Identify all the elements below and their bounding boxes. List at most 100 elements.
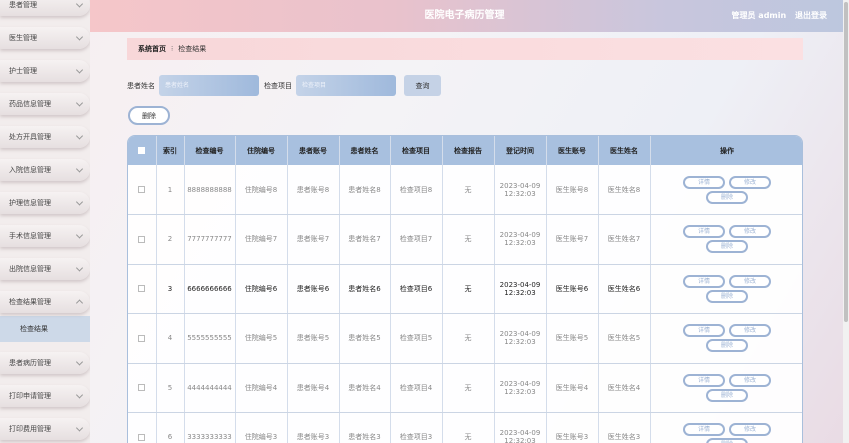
sidebar-item[interactable]: 手术信息管理 xyxy=(0,225,90,247)
exam-item-label: 检查项目 xyxy=(264,81,292,90)
cell-report: 无 xyxy=(442,412,495,443)
column-header: 患者姓名 xyxy=(339,136,391,165)
edit-button[interactable]: 修改 xyxy=(729,175,771,189)
row-delete-button[interactable]: 删除 xyxy=(706,190,748,204)
sidebar-item-label: 检查结果管理 xyxy=(9,298,51,306)
row-checkbox[interactable] xyxy=(138,186,146,193)
select-all-checkbox[interactable] xyxy=(138,147,146,154)
query-button[interactable]: 查询 xyxy=(404,75,441,96)
user-area: 管理员 admin 退出登录 xyxy=(726,0,827,32)
edit-button[interactable]: 修改 xyxy=(729,324,771,338)
edit-button[interactable]: 修改 xyxy=(729,225,771,239)
edit-button[interactable]: 修改 xyxy=(729,373,771,387)
sidebar-item[interactable]: 打印费用管理 xyxy=(0,418,90,440)
cell-exam-no: 5555555555 xyxy=(184,313,236,364)
sidebar-item[interactable]: 患者管理 xyxy=(0,0,90,16)
results-table: 索引 检查编号 住院编号 患者账号 患者姓名 检查项目 检查报告 登记时间 医生… xyxy=(128,136,802,443)
table-row[interactable]: 3 6666666666 住院编号6 患者账号6 患者姓名6 检查项目6 无 2023-04-… xyxy=(128,264,802,314)
row-checkbox[interactable] xyxy=(138,235,146,243)
cell-patient-name: 患者姓名6 xyxy=(339,264,391,314)
cell-actions: 详情修改删除 xyxy=(650,214,802,265)
detail-button[interactable]: 详情 xyxy=(683,175,725,189)
edit-button[interactable]: 修改 xyxy=(729,274,771,288)
cell-patient-name: 患者姓名5 xyxy=(339,313,391,364)
table-row[interactable]: 2 7777777777 住院编号7 患者账号7 患者姓名7 检查项目7 无 2023-04-… xyxy=(128,214,802,265)
row-select-cell xyxy=(128,165,157,215)
cell-patient-account: 患者账号4 xyxy=(287,363,340,413)
patient-name-input[interactable] xyxy=(159,75,259,96)
detail-button[interactable]: 详情 xyxy=(683,373,725,387)
row-checkbox[interactable] xyxy=(138,334,146,342)
row-delete-button[interactable]: 删除 xyxy=(706,240,748,254)
sidebar-item[interactable]: 药品信息管理 xyxy=(0,93,90,115)
table-row[interactable]: 5 4444444444 住院编号4 患者账号4 患者姓名4 检查项目4 无 2023-04-… xyxy=(128,363,802,413)
logout-link[interactable]: 退出登录 xyxy=(795,11,827,20)
table-row[interactable]: 1 8888888888 住院编号8 患者账号8 患者姓名8 检查项目8 无 2023-04-… xyxy=(128,165,802,215)
breadcrumb-current: 检查结果 xyxy=(178,45,207,53)
sidebar-item[interactable]: 处方开具管理 xyxy=(0,126,90,148)
column-header: 检查项目 xyxy=(390,136,443,165)
sidebar-item-label: 手术信息管理 xyxy=(9,232,51,240)
table-row[interactable]: 4 5555555555 住院编号5 患者账号5 患者姓名5 检查项目5 无 2023-04-… xyxy=(128,313,802,364)
detail-button[interactable]: 详情 xyxy=(683,274,725,288)
row-delete-button[interactable]: 删除 xyxy=(706,388,748,402)
cell-patient-name: 患者姓名4 xyxy=(339,363,391,413)
sidebar-item[interactable]: 患者病历管理 xyxy=(0,352,90,374)
row-checkbox[interactable] xyxy=(138,433,146,441)
register-date: 2023-04-09 xyxy=(499,330,541,339)
row-checkbox[interactable] xyxy=(138,384,146,392)
cell-patient-account: 患者账号7 xyxy=(287,214,340,265)
breadcrumb-home[interactable]: 系统首页 xyxy=(138,44,166,54)
sidebar-item[interactable]: 出院信息管理 xyxy=(0,258,90,280)
sidebar-item[interactable]: 护理信息管理 xyxy=(0,192,90,214)
sidebar-item[interactable]: 护士管理 xyxy=(0,60,90,82)
cell-patient-account: 患者账号6 xyxy=(287,264,340,314)
column-header: 患者账号 xyxy=(287,136,340,165)
sidebar-subitem[interactable]: 检查结果 xyxy=(0,316,90,342)
results-table-container: 索引 检查编号 住院编号 患者账号 患者姓名 检查项目 检查报告 登记时间 医生… xyxy=(127,135,803,443)
sidebar-item[interactable]: 打印申请管理 xyxy=(0,385,90,407)
cell-register-time: 2023-04-09 12:32:03 xyxy=(494,264,547,314)
exam-item-input[interactable] xyxy=(296,75,396,96)
current-user: 管理员 admin xyxy=(731,11,787,20)
edit-button[interactable]: 修改 xyxy=(729,423,771,437)
row-delete-button[interactable]: 删除 xyxy=(706,289,748,303)
cell-patient-name: 患者姓名7 xyxy=(339,214,391,265)
sidebar-item[interactable]: 医生管理 xyxy=(0,27,90,49)
cell-patient-name: 患者姓名8 xyxy=(339,165,391,215)
detail-button[interactable]: 详情 xyxy=(683,423,725,437)
cell-exam-item: 检查项目8 xyxy=(390,165,443,215)
page-scrollbar[interactable] xyxy=(843,0,849,443)
cell-actions: 详情修改删除 xyxy=(650,412,802,443)
cell-admission-no: 住院编号8 xyxy=(235,165,288,215)
cell-admission-no: 住院编号7 xyxy=(235,214,288,265)
table-row[interactable]: 6 3333333333 住院编号3 患者账号3 患者姓名3 检查项目3 无 2023-04-… xyxy=(128,412,802,443)
register-clock: 12:32:03 xyxy=(504,437,536,443)
patient-name-label: 患者姓名 xyxy=(127,81,155,90)
column-header: 检查报告 xyxy=(442,136,495,165)
column-header: 登记时间 xyxy=(494,136,547,165)
top-header: 医院电子病历管理 管理员 admin 退出登录 xyxy=(90,0,849,32)
scrollbar-thumb[interactable] xyxy=(844,2,848,322)
cell-report: 无 xyxy=(442,363,495,413)
detail-button[interactable]: 详情 xyxy=(683,225,725,239)
row-delete-button[interactable]: 删除 xyxy=(706,438,748,443)
detail-button[interactable]: 详情 xyxy=(683,324,725,338)
register-date: 2023-04-09 xyxy=(499,181,541,190)
cell-doctor-name: 医生姓名8 xyxy=(598,165,651,215)
chevron-down-icon xyxy=(75,391,84,399)
cell-patient-name: 患者姓名3 xyxy=(339,412,391,443)
cell-actions: 详情修改删除 xyxy=(650,363,802,413)
sidebar-item[interactable]: 检查结果管理 xyxy=(0,291,90,313)
sidebar-item-label: 打印费用管理 xyxy=(9,425,51,433)
column-header: 操作 xyxy=(650,136,802,165)
chevron-down-icon xyxy=(75,99,84,107)
batch-delete-button[interactable]: 删除 xyxy=(128,106,170,125)
cell-admission-no: 住院编号4 xyxy=(235,363,288,413)
sidebar-item[interactable]: 入院信息管理 xyxy=(0,159,90,181)
cell-report: 无 xyxy=(442,264,495,314)
sidebar-item-label: 医生管理 xyxy=(9,34,37,42)
row-checkbox[interactable] xyxy=(138,285,146,293)
table-header-row: 索引 检查编号 住院编号 患者账号 患者姓名 检查项目 检查报告 登记时间 医生… xyxy=(128,136,802,165)
row-delete-button[interactable]: 删除 xyxy=(706,339,748,353)
